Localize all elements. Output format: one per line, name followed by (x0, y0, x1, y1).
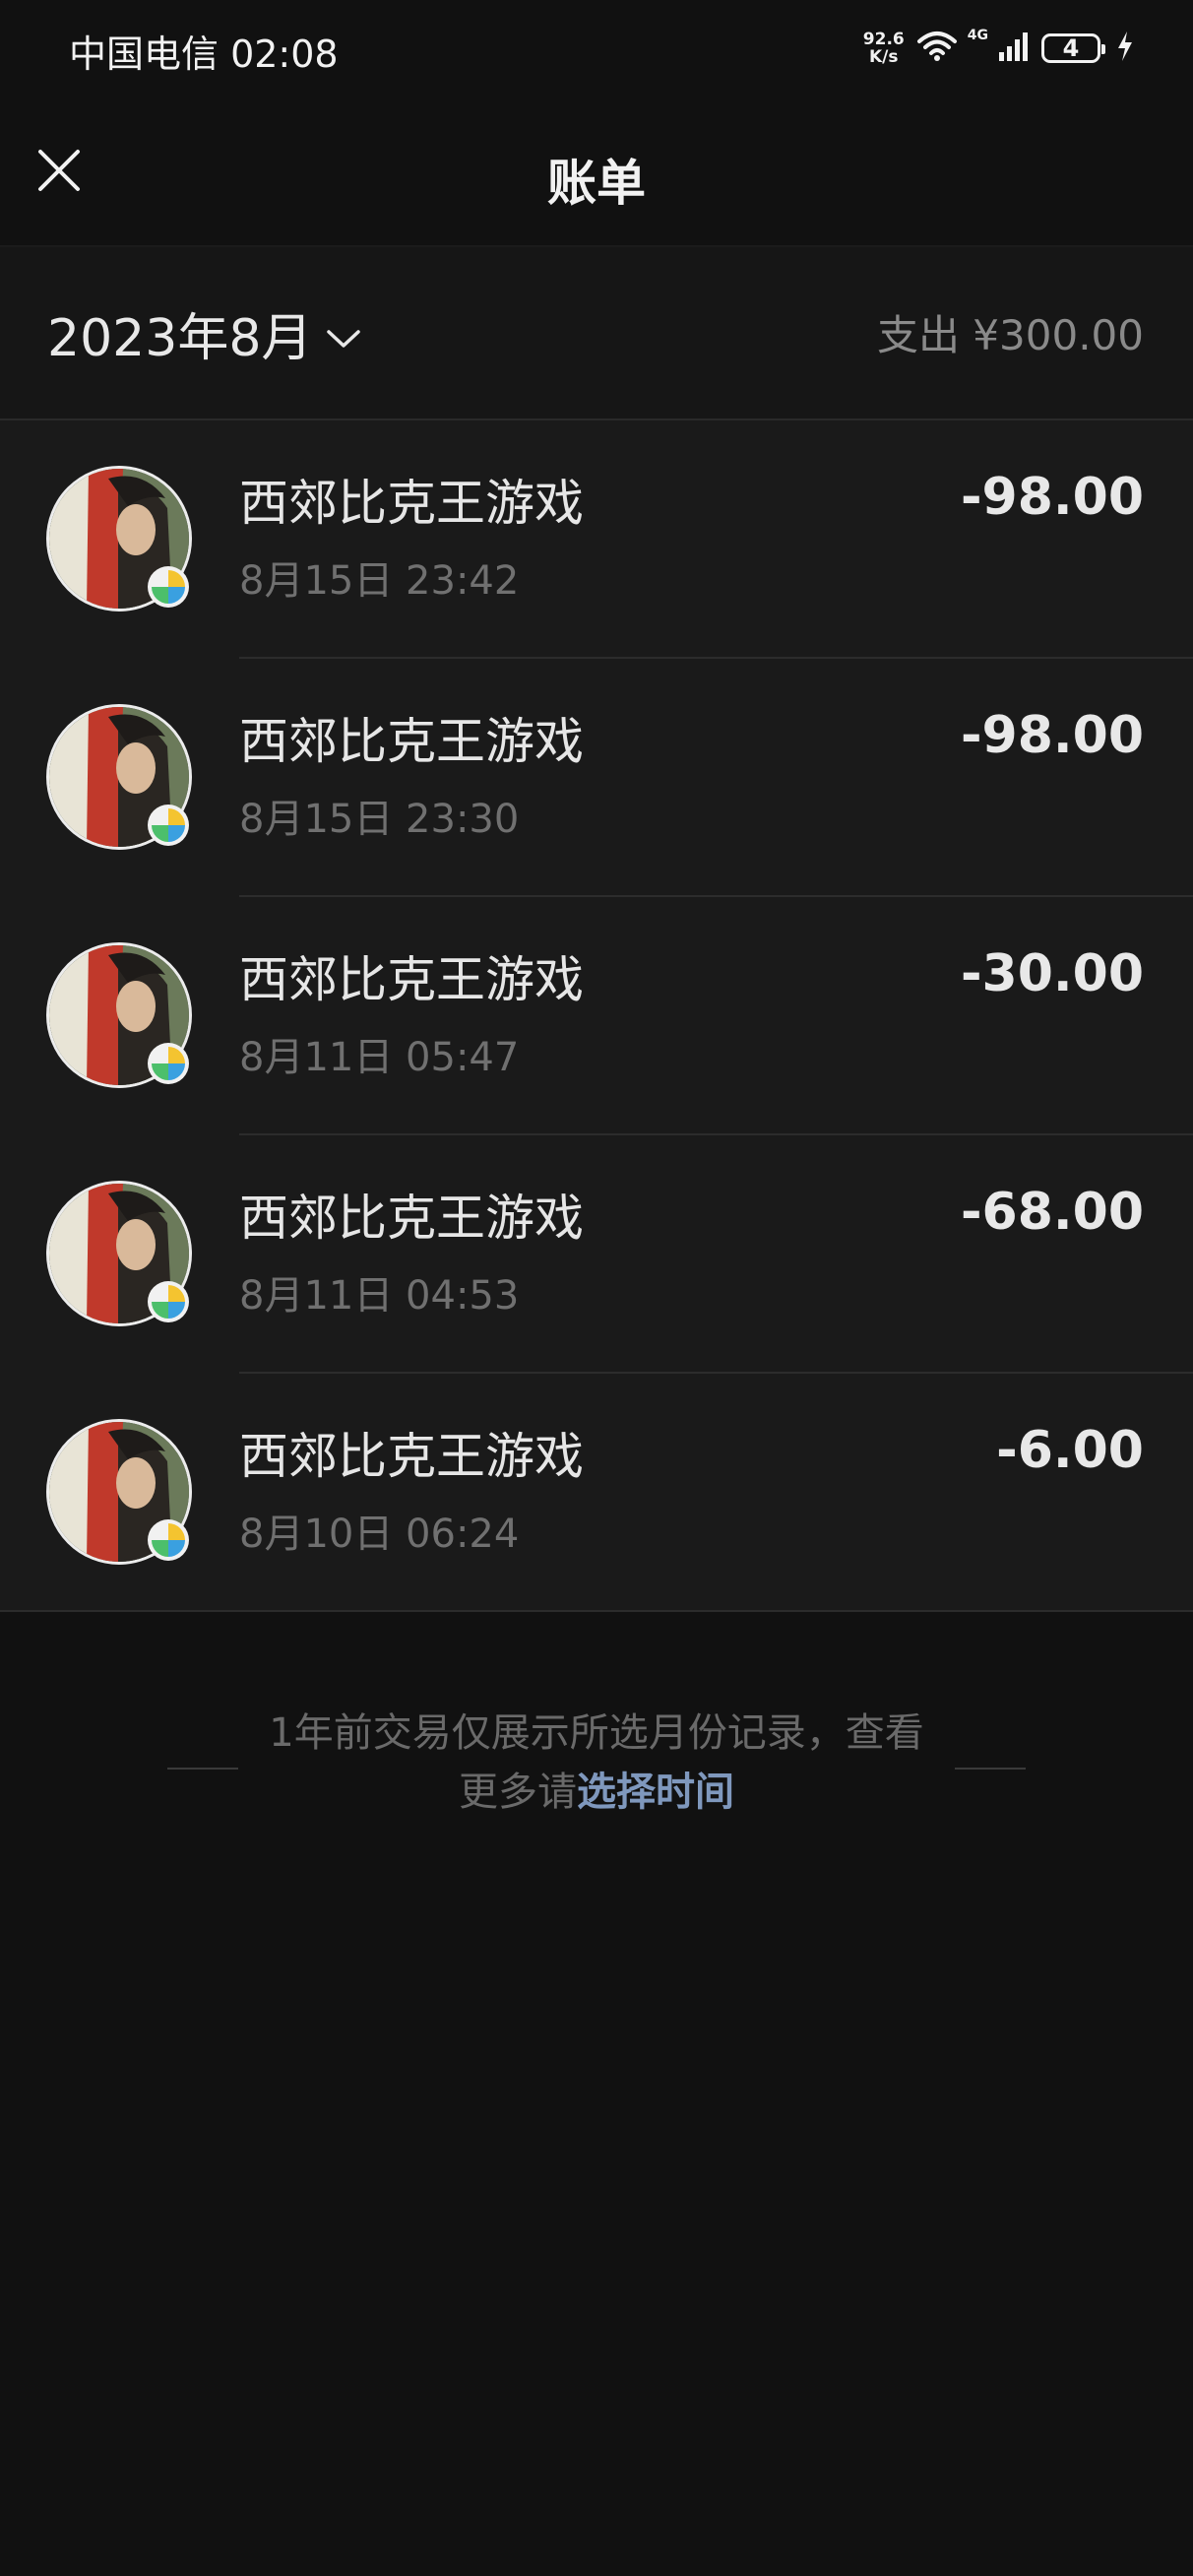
transaction-amount: -6.00 (996, 1421, 1144, 1480)
transaction-amount: -98.00 (960, 468, 1144, 527)
transaction-list: 西郊比克王游戏 8月15日 23:42 -98.00 西郊比克王游戏 8月15日… (0, 420, 1193, 1612)
transaction-time: 8月15日 23:42 (239, 558, 520, 604)
battery-level: 4 (1062, 34, 1080, 62)
transaction-row[interactable]: 西郊比克王游戏 8月10日 06:24 -6.00 (0, 1374, 1193, 1612)
signal-icon (998, 31, 1032, 66)
transaction-amount: -68.00 (960, 1183, 1144, 1242)
transaction-name: 西郊比克王游戏 (239, 1428, 584, 1485)
transaction-row[interactable]: 西郊比克王游戏 8月11日 05:47 -30.00 (0, 897, 1193, 1135)
avatar-badge-icon (148, 1519, 189, 1561)
network-speed-unit: K/s (869, 47, 899, 67)
network-speed-value: 92.6 (862, 30, 905, 49)
transaction-name: 西郊比克王游戏 (239, 713, 584, 770)
transaction-name: 西郊比克王游戏 (239, 475, 584, 532)
select-time-link[interactable]: 选择时间 (577, 1770, 734, 1815)
battery-icon: 4 (1041, 33, 1105, 63)
chevron-down-icon (326, 304, 361, 363)
history-note: 1年前交易仅展示所选月份记录，查看更多请选择时间 (258, 1704, 935, 1822)
transaction-amount: -30.00 (960, 944, 1144, 1003)
signal-type-tag: 4G (967, 28, 988, 43)
transaction-name: 西郊比克王游戏 (239, 951, 584, 1008)
row-divider (0, 1610, 1193, 1612)
avatar-badge-icon (148, 1043, 189, 1084)
transaction-amount: -98.00 (960, 706, 1144, 765)
network-speed: 92.6 K/s (861, 31, 907, 66)
avatar-badge-icon (148, 1281, 189, 1322)
avatar-badge-icon (148, 566, 189, 608)
charging-icon (1116, 31, 1134, 66)
avatar-badge-icon (148, 805, 189, 846)
status-bar: 中国电信 02:08 92.6 K/s 4G 4 (0, 0, 1193, 98)
transaction-row[interactable]: 西郊比克王游戏 8月15日 23:42 -98.00 (0, 420, 1193, 659)
note-divider-right (955, 1768, 1026, 1770)
carrier-time: 中国电信 02:08 (69, 32, 339, 76)
transaction-time: 8月11日 05:47 (239, 1035, 520, 1080)
month-picker[interactable]: 2023年8月 (47, 296, 361, 370)
transaction-row[interactable]: 西郊比克王游戏 8月11日 04:53 -68.00 (0, 1135, 1193, 1374)
transaction-row[interactable]: 西郊比克王游戏 8月15日 23:30 -98.00 (0, 659, 1193, 897)
transaction-time: 8月10日 06:24 (239, 1512, 520, 1557)
transaction-time: 8月15日 23:30 (239, 797, 520, 842)
transaction-name: 西郊比克王游戏 (239, 1190, 584, 1247)
month-label: 2023年8月 (47, 309, 313, 368)
expense-summary: 支出 ¥300.00 (876, 311, 1144, 359)
month-header: 2023年8月 支出 ¥300.00 (0, 247, 1193, 419)
status-icons: 92.6 K/s 4G 4 (861, 24, 1134, 73)
transaction-time: 8月11日 04:53 (239, 1273, 520, 1319)
note-divider-left (167, 1768, 238, 1770)
title-bar: 账单 (0, 98, 1193, 246)
wifi-icon (916, 30, 958, 67)
page-title: 账单 (547, 155, 646, 212)
